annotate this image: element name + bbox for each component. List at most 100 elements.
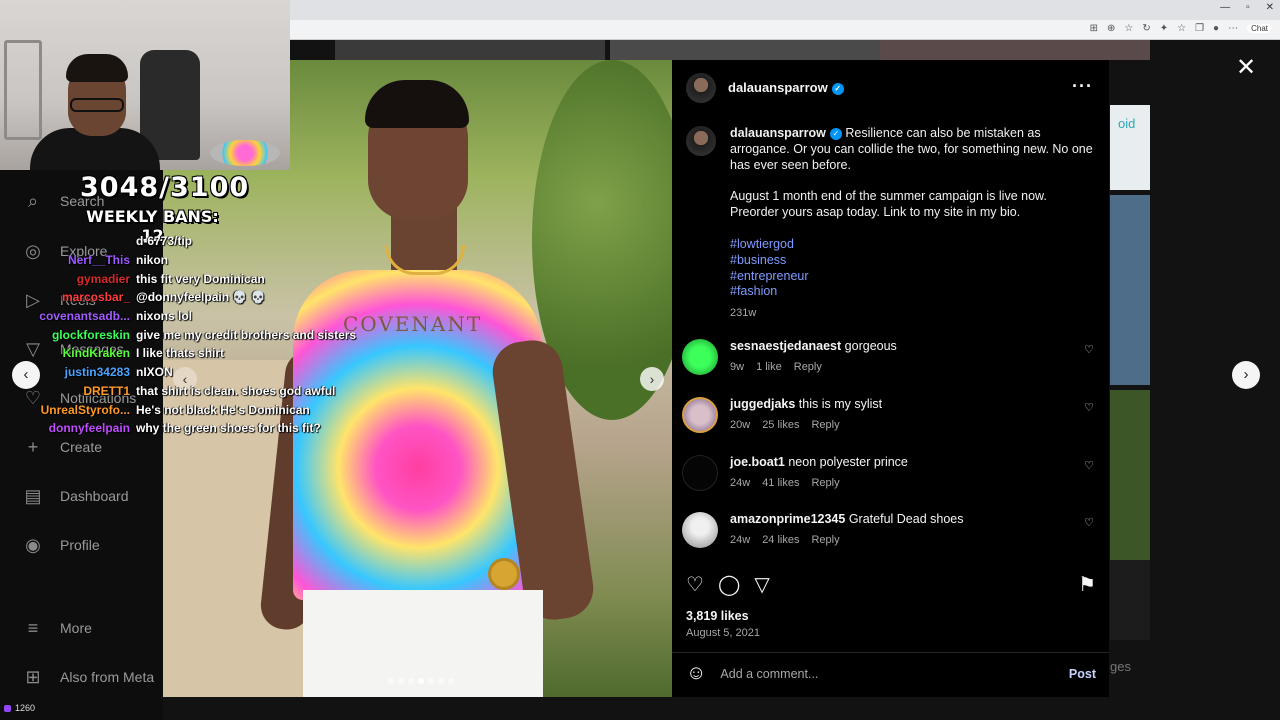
chat-text: nIXON — [136, 365, 173, 380]
favorites-icon[interactable]: ☆ — [1177, 23, 1186, 34]
chat-text: give me my credit brothers and sisters — [136, 327, 357, 342]
avatar[interactable] — [682, 512, 718, 548]
comment-time: 24w — [730, 534, 751, 546]
reply-button[interactable]: Reply — [811, 419, 839, 431]
caption-author[interactable]: dalauansparrow — [730, 126, 826, 140]
comment-time: 20w — [730, 419, 751, 431]
emoji-icon[interactable]: ☺ — [686, 662, 706, 685]
more-options-icon[interactable]: ··· — [1072, 76, 1093, 97]
chat-message: glockforeskin give me my credit brothers … — [0, 325, 360, 344]
avatar[interactable] — [686, 72, 716, 103]
comment-body: juggedjaks this is my sylist 20w 25 likes… — [730, 397, 882, 441]
bg-thumbnail — [880, 40, 1150, 60]
chat-username: gymadier — [76, 271, 130, 286]
avatar[interactable] — [686, 126, 716, 156]
chat-message: KindKraken I like thats shirt — [0, 344, 360, 363]
image-next-button[interactable]: › — [640, 367, 664, 391]
likes-count[interactable]: 3,819 likes — [686, 609, 749, 623]
post-author-name[interactable]: dalauansparrow — [728, 80, 828, 95]
chat-text: nixons lol — [136, 309, 193, 324]
bookmark-icon[interactable]: ⚑ — [1078, 572, 1096, 597]
glasses — [70, 98, 124, 112]
comment-item: amazonprime12345 Grateful Dead shoes 24w… — [682, 512, 1102, 556]
comment-text: this is my sylist — [798, 397, 883, 411]
comment-likes[interactable]: 24 likes — [762, 534, 799, 546]
hashtag-link[interactable]: #lowtiergod — [730, 237, 1096, 253]
sidebar-item-label: More — [60, 620, 92, 636]
comment-author[interactable]: juggedjaks — [730, 397, 795, 411]
avatar[interactable] — [682, 455, 718, 491]
post-header: dalauansparrow ✓ ··· — [672, 60, 1109, 115]
post-actions: ♡ ◯ ▽ ⚑ — [686, 572, 1096, 597]
sidebar-item-label: Dashboard — [60, 488, 129, 504]
close-icon[interactable]: ✕ — [1236, 53, 1256, 82]
like-icon[interactable]: ♡ — [686, 572, 704, 597]
close-window-icon[interactable]: ✕ — [1266, 2, 1274, 13]
carousel-dot — [398, 678, 404, 684]
hashtag-link[interactable]: #entrepreneur — [730, 269, 1096, 285]
avatar[interactable] — [682, 397, 718, 433]
previous-post-button[interactable]: ‹ — [12, 361, 40, 389]
person-hair — [365, 80, 469, 128]
comment-text: neon polyester prince — [788, 455, 908, 469]
translate-icon[interactable]: ⊞ — [1090, 23, 1098, 34]
comment-icon[interactable]: ◯ — [718, 572, 740, 597]
heart-icon[interactable]: ♡ — [1084, 401, 1094, 414]
chat-username: donnyfeelpain — [48, 421, 130, 436]
sidebar-item-also-from-meta[interactable]: ⊞ Also from Meta — [22, 666, 154, 688]
comment-author[interactable]: sesnaestjedanaest — [730, 339, 841, 353]
chat-username: covenantsadb... — [39, 309, 130, 324]
maximize-icon[interactable]: ▫ — [1246, 2, 1250, 13]
comment-input[interactable] — [720, 666, 1069, 681]
post-comment-button[interactable]: Post — [1069, 667, 1096, 681]
comment-text: gorgeous — [844, 339, 897, 353]
caption-paragraph: dalauansparrow ✓ Resilience can also be m… — [730, 126, 1096, 173]
hashtag-link[interactable]: #fashion — [730, 284, 1096, 300]
minimize-icon[interactable]: — — [1220, 2, 1230, 13]
heart-icon[interactable]: ♡ — [1084, 459, 1094, 472]
next-post-button[interactable]: › — [1232, 361, 1260, 389]
comment-body: sesnaestjedanaest gorgeous 9w 1 like Reply — [730, 339, 897, 383]
shelf — [4, 40, 42, 140]
sidebar-item-more[interactable]: ≡ More — [22, 617, 92, 639]
window-controls: — ▫ ✕ — [1220, 2, 1274, 13]
share-icon[interactable]: ▽ — [754, 572, 769, 597]
comment-likes[interactable]: 41 likes — [762, 477, 799, 489]
caption-text: August 1 month end of the summer campaig… — [730, 189, 1047, 220]
zoom-icon[interactable]: ⊕ — [1107, 23, 1115, 34]
chat-message: DRETT1 that shirt is clean. shoes god awf… — [0, 382, 360, 401]
sidebar-item-profile[interactable]: ◉ Profile — [22, 534, 100, 556]
colorful-bowl — [210, 140, 280, 166]
stream-chat: d-6773/tip Nerf__This nikon gymadier this … — [0, 232, 360, 438]
chat-username: UnrealStyrofo... — [40, 402, 130, 417]
comment-item: juggedjaks this is my sylist 20w 25 likes… — [682, 397, 1102, 441]
browser-titlebar: — ▫ ✕ — [290, 0, 1280, 20]
profile-avatar-icon[interactable]: ● — [1213, 23, 1219, 34]
post-author[interactable]: dalauansparrow ✓ — [728, 80, 844, 95]
heart-icon[interactable]: ♡ — [1084, 516, 1094, 529]
menu-dots-icon[interactable]: ⋯ — [1228, 23, 1238, 34]
divider — [672, 652, 1109, 653]
chat-username: glockforeskin — [51, 327, 130, 342]
sidebar-item-dashboard[interactable]: ▤ Dashboard — [22, 485, 129, 507]
comment-item: sesnaestjedanaest gorgeous 9w 1 like Reply… — [682, 339, 1102, 383]
comment-likes[interactable]: 1 like — [756, 361, 782, 373]
search-icon: ⌕ — [27, 190, 39, 211]
reply-button[interactable]: Reply — [811, 534, 839, 546]
avatar[interactable] — [682, 339, 718, 375]
collections-icon[interactable]: ❐ — [1195, 23, 1204, 34]
refresh-icon[interactable]: ↻ — [1142, 23, 1150, 34]
heart-icon[interactable]: ♡ — [1084, 343, 1094, 356]
chat-button[interactable]: Chat — [1247, 24, 1272, 33]
viewer-count-text: 1260 — [15, 703, 36, 713]
comment-author[interactable]: amazonprime12345 — [730, 512, 845, 526]
comment-likes[interactable]: 25 likes — [762, 419, 799, 431]
extension-icon[interactable]: ✦ — [1160, 23, 1168, 34]
comment-author[interactable]: joe.boat1 — [730, 455, 785, 469]
reply-button[interactable]: Reply — [794, 361, 822, 373]
reply-button[interactable]: Reply — [811, 477, 839, 489]
comment-text: Grateful Dead shoes — [848, 512, 964, 526]
hashtag-link[interactable]: #business — [730, 253, 1096, 269]
sidebar-item-create[interactable]: + Create — [22, 436, 102, 458]
bookmark-star-icon[interactable]: ☆ — [1124, 23, 1133, 34]
